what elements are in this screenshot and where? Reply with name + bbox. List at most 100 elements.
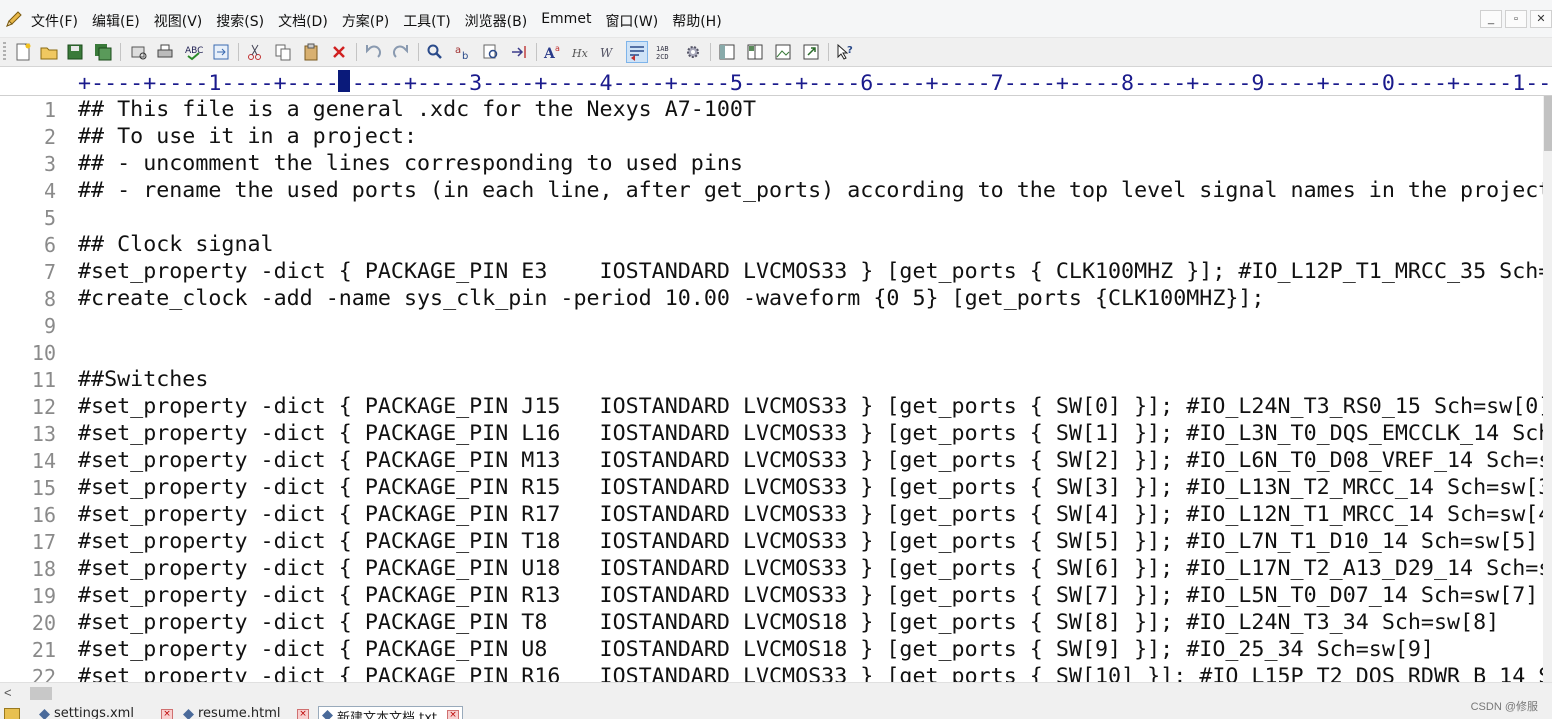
line-text[interactable]: ## This file is a general .xdc for the N… bbox=[78, 97, 756, 122]
open-file-button[interactable] bbox=[38, 41, 60, 63]
find-button[interactable] bbox=[424, 41, 446, 63]
line-text[interactable]: ## - uncomment the lines corresponding t… bbox=[78, 151, 743, 176]
code-line[interactable]: 8 #create_clock -add -name sys_clk_pin -p… bbox=[0, 286, 1543, 313]
code-line[interactable]: 21 #set_property -dict { PACKAGE_PIN U8 I… bbox=[0, 637, 1543, 664]
tab-close-icon[interactable]: × bbox=[161, 709, 173, 719]
replace-button[interactable]: ab bbox=[452, 41, 474, 63]
code-line[interactable]: 7 #set_property -dict { PACKAGE_PIN E3 IO… bbox=[0, 259, 1543, 286]
tab-close-icon[interactable]: × bbox=[297, 709, 309, 719]
menu-item-9[interactable]: 窗口(W) bbox=[605, 11, 658, 31]
find-in-files-icon bbox=[483, 44, 498, 59]
close-button[interactable]: ✕ bbox=[1530, 10, 1552, 28]
code-line[interactable]: 1 ## This file is a general .xdc for the … bbox=[0, 97, 1543, 124]
code-line[interactable]: 14 #set_property -dict { PACKAGE_PIN M13 … bbox=[0, 448, 1543, 475]
line-text[interactable]: #set_property -dict { PACKAGE_PIN T8 IOS… bbox=[78, 610, 1499, 635]
help-cursor-button[interactable]: ? bbox=[834, 41, 856, 63]
line-text[interactable]: #set_property -dict { PACKAGE_PIN R13 IO… bbox=[78, 583, 1538, 608]
save-button[interactable] bbox=[64, 41, 86, 63]
minimize-button[interactable]: _ bbox=[1480, 10, 1502, 28]
code-line[interactable]: 10 bbox=[0, 340, 1543, 367]
cut-button[interactable] bbox=[244, 41, 266, 63]
horizontal-scroll-thumb[interactable] bbox=[30, 687, 52, 700]
settings-button[interactable] bbox=[682, 41, 704, 63]
menu-item-2[interactable]: 视图(V) bbox=[154, 11, 203, 31]
line-text[interactable]: ## - rename the used ports (in each line… bbox=[78, 178, 1543, 203]
line-text[interactable]: #set_property -dict { PACKAGE_PIN U18 IO… bbox=[78, 556, 1543, 581]
new-file-button[interactable] bbox=[12, 41, 34, 63]
code-line[interactable]: 20 #set_property -dict { PACKAGE_PIN T8 I… bbox=[0, 610, 1543, 637]
menu-item-7[interactable]: 浏览器(B) bbox=[465, 11, 528, 31]
line-text[interactable]: #set_property -dict { PACKAGE_PIN T18 IO… bbox=[78, 529, 1538, 554]
undo-button[interactable] bbox=[362, 41, 384, 63]
copy-button[interactable] bbox=[272, 41, 294, 63]
vertical-scroll-thumb[interactable] bbox=[1544, 96, 1552, 151]
code-line[interactable]: 9 bbox=[0, 313, 1543, 340]
code-editor[interactable]: 1 ## This file is a general .xdc for the … bbox=[0, 96, 1543, 682]
line-text[interactable]: #set_property -dict { PACKAGE_PIN E3 IOS… bbox=[78, 259, 1543, 284]
code-line[interactable]: 18 #set_property -dict { PACKAGE_PIN U18 … bbox=[0, 556, 1543, 583]
code-line[interactable]: 13 #set_property -dict { PACKAGE_PIN L16 … bbox=[0, 421, 1543, 448]
menu-item-10[interactable]: 帮助(H) bbox=[672, 11, 721, 31]
document-tab[interactable]: resume.html × bbox=[180, 706, 312, 719]
print-button[interactable] bbox=[154, 41, 176, 63]
vertical-scrollbar[interactable] bbox=[1543, 96, 1552, 682]
code-line[interactable]: 5 bbox=[0, 205, 1543, 232]
line-text[interactable]: #create_clock -add -name sys_clk_pin -pe… bbox=[78, 286, 1264, 311]
line-text[interactable]: #set_property -dict { PACKAGE_PIN J15 IO… bbox=[78, 394, 1543, 419]
document-tab[interactable]: settings.xml × bbox=[36, 706, 176, 719]
panel-image-button[interactable] bbox=[772, 41, 794, 63]
find-in-files-button[interactable] bbox=[480, 41, 502, 63]
line-numbers-button[interactable] bbox=[626, 41, 648, 63]
menu-item-4[interactable]: 文档(D) bbox=[278, 11, 328, 31]
tab-close-icon[interactable]: × bbox=[447, 710, 459, 719]
code-line[interactable]: 15 #set_property -dict { PACKAGE_PIN R15 … bbox=[0, 475, 1543, 502]
menu-item-0[interactable]: 文件(F) bbox=[31, 11, 78, 31]
line-text[interactable]: #set_property -dict { PACKAGE_PIN U8 IOS… bbox=[78, 637, 1434, 662]
code-line[interactable]: 2 ## To use it in a project: bbox=[0, 124, 1543, 151]
toggle-button[interactable] bbox=[210, 41, 232, 63]
print-preview-button[interactable] bbox=[128, 41, 150, 63]
menu-item-6[interactable]: 工具(T) bbox=[403, 11, 450, 31]
line-text[interactable]: #set_property -dict { PACKAGE_PIN R16 IO… bbox=[78, 664, 1543, 682]
spellcheck-button[interactable]: ABC bbox=[182, 41, 204, 63]
code-line[interactable]: 16 #set_property -dict { PACKAGE_PIN R17 … bbox=[0, 502, 1543, 529]
wrap-button[interactable]: W bbox=[598, 41, 620, 63]
line-text[interactable]: #set_property -dict { PACKAGE_PIN R17 IO… bbox=[78, 502, 1543, 527]
scroll-left-arrow-icon[interactable]: < bbox=[4, 685, 12, 700]
code-line[interactable]: 12 #set_property -dict { PACKAGE_PIN J15 … bbox=[0, 394, 1543, 421]
line-text[interactable]: ##Switches bbox=[78, 367, 208, 392]
paste-button[interactable] bbox=[300, 41, 322, 63]
horizontal-scrollbar[interactable]: < bbox=[0, 682, 1552, 704]
font-button[interactable]: Aa bbox=[542, 41, 564, 63]
menu-item-3[interactable]: 搜索(S) bbox=[216, 11, 264, 31]
code-line[interactable]: 3 ## - uncomment the lines corresponding … bbox=[0, 151, 1543, 178]
redo-button[interactable] bbox=[390, 41, 412, 63]
hex-button[interactable]: Hx bbox=[570, 41, 592, 63]
panel-split-button[interactable] bbox=[744, 41, 766, 63]
restore-button[interactable]: ▫ bbox=[1505, 10, 1527, 28]
menu-item-5[interactable]: 方案(P) bbox=[342, 11, 389, 31]
delete-button[interactable] bbox=[328, 41, 350, 63]
column-mode-button[interactable]: 1AB 2CD bbox=[654, 41, 676, 63]
line-text[interactable]: #set_property -dict { PACKAGE_PIN R15 IO… bbox=[78, 475, 1543, 500]
save-all-button[interactable] bbox=[92, 41, 114, 63]
line-text[interactable]: ## Clock signal bbox=[78, 232, 274, 257]
code-line[interactable]: 19 #set_property -dict { PACKAGE_PIN R13 … bbox=[0, 583, 1543, 610]
line-text[interactable]: #set_property -dict { PACKAGE_PIN L16 IO… bbox=[78, 421, 1543, 446]
panel-export-button[interactable] bbox=[800, 41, 822, 63]
line-number: 13 bbox=[31, 422, 56, 446]
menu-item-1[interactable]: 编辑(E) bbox=[92, 11, 140, 31]
code-line[interactable]: 11 ##Switches bbox=[0, 367, 1543, 394]
panel-left-button[interactable] bbox=[716, 41, 738, 63]
code-line[interactable]: 4 ## - rename the used ports (in each lin… bbox=[0, 178, 1543, 205]
menu-item-8[interactable]: Emmet bbox=[541, 11, 591, 31]
code-line[interactable]: 6 ## Clock signal bbox=[0, 232, 1543, 259]
code-line[interactable]: 22 #set_property -dict { PACKAGE_PIN R16 … bbox=[0, 664, 1543, 682]
goto-button[interactable] bbox=[508, 41, 530, 63]
tab-list-folder-icon[interactable] bbox=[4, 708, 20, 719]
code-line[interactable]: 17 #set_property -dict { PACKAGE_PIN T18 … bbox=[0, 529, 1543, 556]
line-text[interactable]: #set_property -dict { PACKAGE_PIN M13 IO… bbox=[78, 448, 1543, 473]
toolbar-grip[interactable] bbox=[3, 42, 6, 62]
line-text[interactable]: ## To use it in a project: bbox=[78, 124, 417, 149]
document-tab[interactable]: 新建文本文档.txt × bbox=[318, 706, 463, 719]
